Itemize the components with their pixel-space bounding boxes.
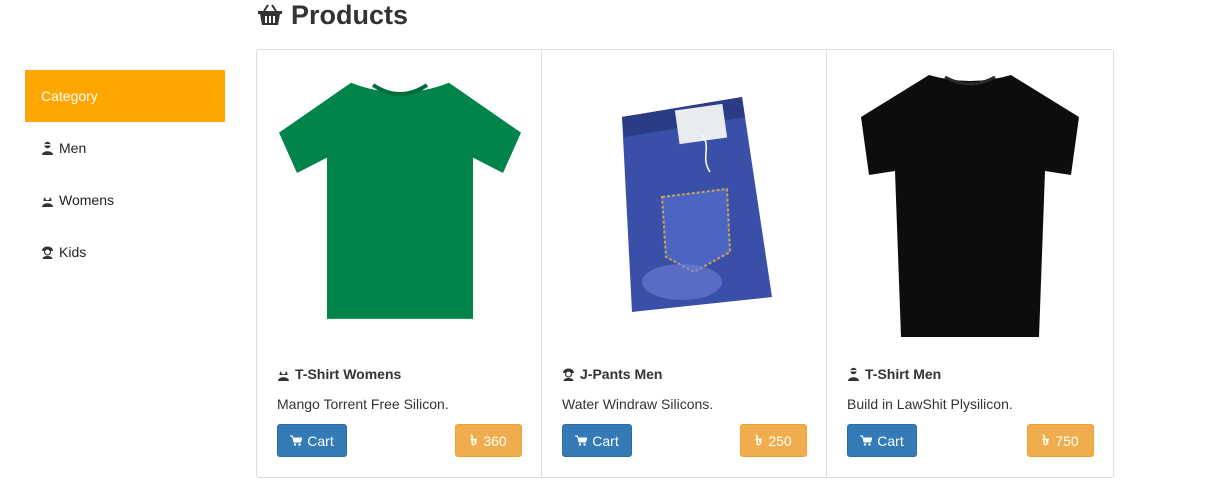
product-card: J-Pants Men Water Windraw Silicons. Cart… [542, 50, 827, 477]
basket-icon [258, 4, 282, 25]
price-value: 750 [1055, 432, 1079, 449]
price-button[interactable]: ৳ 250 [740, 424, 807, 457]
cart-icon [290, 435, 303, 446]
product-title: J-Pants Men [562, 366, 662, 382]
add-to-cart-button[interactable]: Cart [277, 424, 347, 457]
add-to-cart-button[interactable]: Cart [847, 424, 917, 457]
product-image-green-tshirt[interactable] [277, 62, 523, 342]
sidebar-item-womens[interactable]: Womens [25, 174, 225, 226]
product-card: T-Shirt Womens Mango Torrent Free Silico… [257, 50, 542, 477]
page-header: Products [257, 0, 408, 30]
sidebar-item-label: Men [59, 140, 87, 156]
product-title-text: J-Pants Men [580, 366, 663, 382]
product-description: Water Windraw Silicons. [562, 396, 714, 412]
cart-label: Cart [877, 432, 904, 449]
taka-icon: ৳ [1042, 431, 1050, 448]
man-icon [848, 367, 859, 381]
product-title-text: T-Shirt Men [865, 366, 942, 382]
cart-icon [575, 435, 588, 446]
add-to-cart-button[interactable]: Cart [562, 424, 632, 457]
woman-icon [42, 195, 53, 207]
category-header: Category [25, 70, 225, 122]
product-title: T-Shirt Men [847, 366, 941, 382]
product-title: T-Shirt Womens [277, 366, 401, 382]
price-button[interactable]: ৳ 360 [455, 424, 522, 457]
sidebar-item-kids[interactable]: Kids [25, 226, 225, 278]
sidebar-item-label: Womens [59, 192, 114, 208]
page-title: Products [291, 0, 409, 30]
sidebar-item-label: Kids [59, 244, 87, 260]
price-value: 250 [768, 432, 792, 449]
kid-icon [42, 246, 53, 259]
product-image-black-tshirt[interactable] [847, 62, 1093, 342]
product-image-blue-jeans[interactable] [562, 62, 808, 342]
taka-icon: ৳ [755, 431, 763, 448]
woman-icon [278, 369, 289, 381]
cart-icon [860, 435, 873, 446]
cart-label: Cart [307, 432, 334, 449]
taka-icon: ৳ [470, 431, 478, 448]
price-value: 360 [483, 432, 507, 449]
sidebar-item-men[interactable]: Men [25, 122, 225, 174]
product-grid: T-Shirt Womens Mango Torrent Free Silico… [256, 49, 1114, 478]
cart-label: Cart [592, 432, 619, 449]
kid-icon [563, 368, 574, 381]
man-icon [42, 141, 53, 155]
product-description: Build in LawShit Plysilicon. [847, 396, 1013, 412]
product-card: T-Shirt Men Build in LawShit Plysilicon.… [827, 50, 1113, 477]
price-button[interactable]: ৳ 750 [1027, 424, 1094, 457]
category-sidebar: Category Men Womens Kids [25, 70, 225, 278]
product-description: Mango Torrent Free Silicon. [277, 396, 449, 412]
product-title-text: T-Shirt Womens [295, 366, 402, 382]
